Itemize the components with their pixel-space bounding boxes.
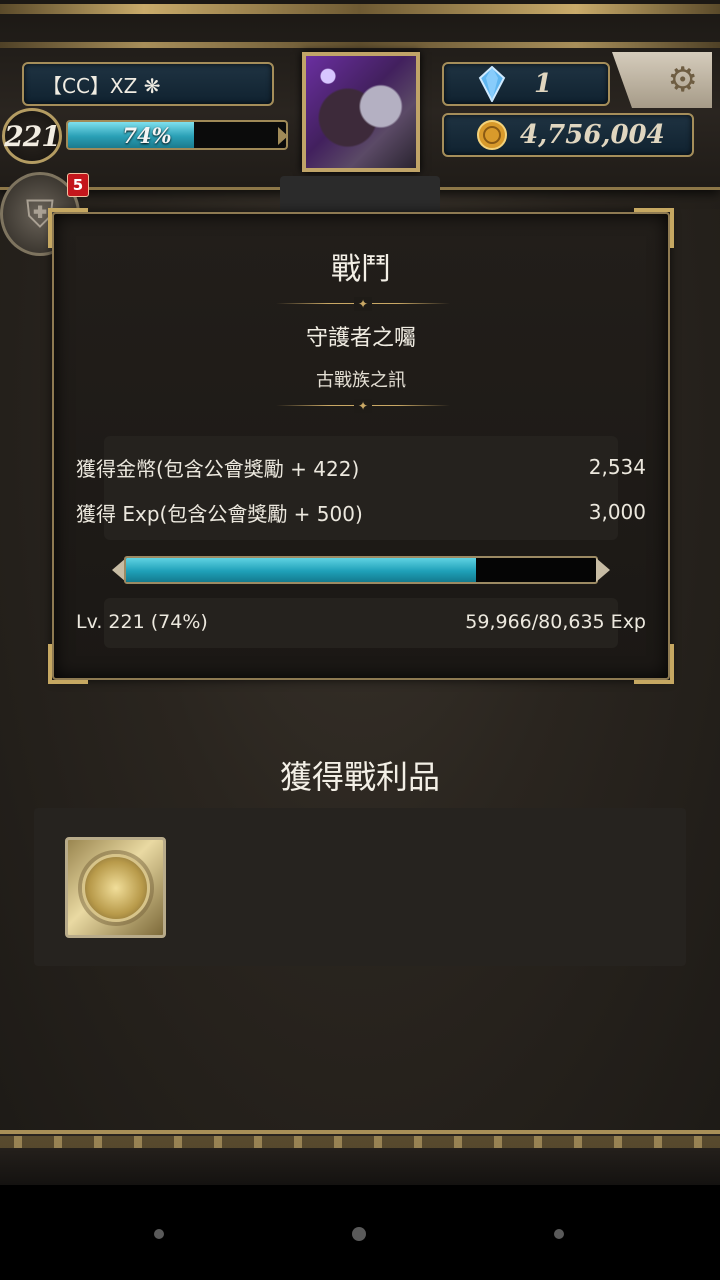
player-name: 【CC】XZ ❋ [42, 73, 161, 98]
player-level: 221 [2, 108, 62, 164]
gold-coin-icon [477, 120, 507, 150]
quest-name: 守護者之囑 [305, 326, 416, 351]
player-name-plate[interactable]: 【CC】XZ ❋ [22, 62, 274, 106]
player-exp-bar: 74% [66, 120, 288, 150]
player-exp-percent: 74% [122, 122, 172, 148]
exp-bar-arrow [278, 127, 286, 145]
exp-progress-bar [112, 554, 610, 586]
exp-reward-label: 獲得 Exp(包含公會獎勵 + 500) [76, 501, 363, 526]
panel-corner [634, 644, 674, 684]
home-button[interactable] [352, 1227, 366, 1241]
bar-cap [596, 558, 610, 582]
back-button[interactable] [154, 1229, 164, 1239]
gold-reward-row: 獲得金幣(包含公會獎勵 + 422) 2,534 [76, 452, 646, 482]
gold-count: 4,756,004 [520, 120, 665, 150]
loot-panel [34, 808, 686, 966]
top-status-bar: 【CC】XZ ❋ 221 74% 1 4,756,004 ⚙ [0, 0, 720, 190]
settings-button[interactable]: ⚙ [612, 52, 712, 108]
level-label: Lv. 221 (74%) [76, 611, 208, 633]
gear-icon: ⚙ [667, 60, 698, 100]
gold-reward-value: 2,534 [588, 455, 646, 479]
exp-progress-fill [126, 558, 476, 582]
divider-ornament: ✦ [276, 399, 450, 413]
exp-progress-text: 59,966/80,635 Exp [465, 611, 646, 633]
exp-reward-row: 獲得 Exp(包含公會獎勵 + 500) 3,000 [76, 497, 646, 527]
gold-coin-card-icon [81, 853, 150, 922]
notification-badge: 5 [67, 173, 89, 197]
bottom-frame [0, 1130, 720, 1185]
quest-subtitle: 古戰族之訊 [316, 370, 406, 391]
panel-corner [48, 208, 88, 248]
battle-result-panel: 戰鬥 ✦ 守護者之囑 古戰族之訊 ✦ 獲得金幣(包含公會獎勵 + 422) 2,… [48, 208, 674, 684]
divider-ornament: ✦ [276, 297, 450, 311]
loot-item-card[interactable] [65, 837, 166, 938]
battle-title: 戰鬥 [331, 252, 391, 287]
header-trim [0, 42, 720, 48]
exp-progress-frame [124, 556, 598, 584]
battle-result-screen: 【CC】XZ ❋ 221 74% 1 4,756,004 ⚙ ⛨ 5 戰鬥 ✦ … [0, 0, 720, 1185]
loot-title: 獲得戰利品 [279, 758, 440, 796]
header-trim [0, 4, 720, 14]
leader-portrait[interactable] [302, 52, 420, 172]
gem-counter[interactable]: 1 [442, 62, 610, 106]
level-progress-row: Lv. 221 (74%) 59,966/80,635 Exp [76, 607, 646, 637]
panel-corner [634, 208, 674, 248]
gold-counter[interactable]: 4,756,004 [442, 113, 694, 157]
gold-reward-label: 獲得金幣(包含公會獎勵 + 422) [76, 456, 360, 481]
system-navigation-bar [0, 1185, 720, 1280]
gem-count: 1 [534, 69, 553, 99]
footer-trim [0, 1136, 720, 1148]
blue-crystal-icon [478, 66, 506, 102]
panel-corner [48, 644, 88, 684]
level-number: 221 [4, 119, 60, 153]
exp-reward-value: 3,000 [588, 500, 646, 524]
recents-button[interactable] [554, 1229, 564, 1239]
